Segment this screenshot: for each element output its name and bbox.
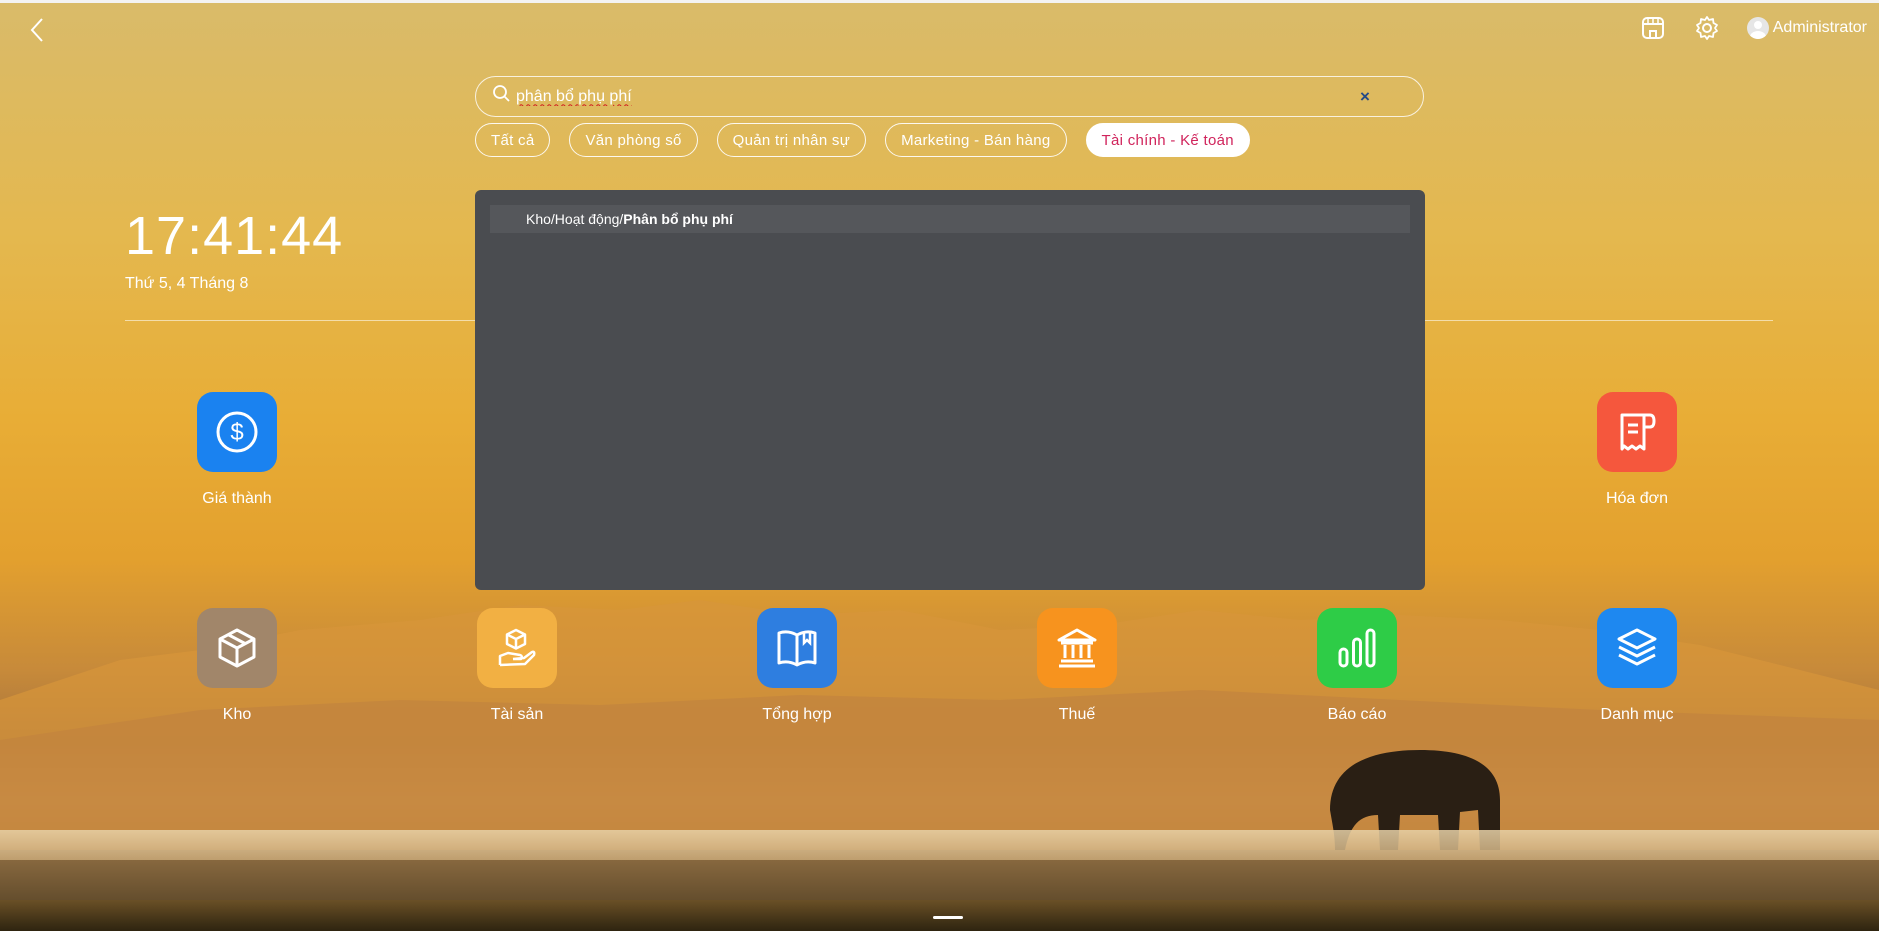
user-name: Administrator (1772, 19, 1867, 36)
top-right-toolbar: Administrator (1639, 14, 1867, 42)
store-button[interactable] (1639, 14, 1667, 42)
app-label: Giá thành (202, 490, 272, 507)
app-label: Kho (222, 706, 252, 723)
app-tile (477, 608, 557, 688)
app-tile (1037, 608, 1117, 688)
search-result-item[interactable]: Kho/Hoạt động/Phân bổ phụ phí (490, 205, 1410, 233)
search-results-panel: Kho/Hoạt động/Phân bổ phụ phí (475, 190, 1425, 590)
bar-chart-icon (1338, 628, 1376, 668)
clear-search-button[interactable]: × (1355, 87, 1375, 107)
app-hoa-don[interactable]: Hóa đơn (1557, 392, 1717, 508)
user-menu[interactable]: Administrator (1746, 17, 1867, 39)
app-gia-thanh[interactable]: $ Giá thành (157, 392, 317, 508)
close-icon: × (1360, 86, 1370, 106)
bank-icon (1057, 628, 1097, 668)
app-label: Tài sản (490, 706, 544, 723)
category-filters: Tất cả Văn phòng số Quản trị nhân sự Mar… (475, 123, 1250, 157)
app-label: Thuế (1058, 706, 1096, 723)
app-tile (1597, 608, 1677, 688)
filter-marketing-sales[interactable]: Marketing - Bán hàng (885, 123, 1067, 157)
search-input[interactable] (516, 87, 1355, 106)
book-icon (777, 630, 817, 667)
box-icon (218, 628, 256, 668)
app-bao-cao[interactable]: Báo cáo (1277, 608, 1437, 724)
app-tile: $ (197, 392, 277, 472)
svg-text:$: $ (230, 419, 243, 446)
home-indicator[interactable] (933, 916, 963, 919)
result-title: Phân bổ phụ phí (623, 211, 733, 227)
app-tile (1317, 608, 1397, 688)
gear-icon (1695, 16, 1718, 40)
app-label: Danh mục (1600, 706, 1674, 723)
app-danh-muc[interactable]: Danh mục (1557, 608, 1717, 724)
avatar (1746, 17, 1769, 39)
app-tile (757, 608, 837, 688)
app-label: Hóa đơn (1605, 490, 1669, 507)
dollar-icon: $ (216, 411, 258, 453)
app-tong-hop[interactable]: Tổng hợp (717, 608, 877, 724)
app-label: Tổng hợp (762, 706, 832, 723)
back-button[interactable] (26, 16, 50, 44)
app-thue[interactable]: Thuế (997, 608, 1157, 724)
layers-icon (1617, 628, 1657, 666)
app-tai-san[interactable]: Tài sản (437, 608, 597, 724)
clock-date: Thứ 5, 4 Tháng 8 (125, 275, 249, 292)
invoice-icon (1620, 413, 1656, 451)
filter-all[interactable]: Tất cả (475, 123, 551, 157)
app-kho[interactable]: Kho (157, 608, 317, 724)
filter-hr[interactable]: Quản trị nhân sự (716, 123, 867, 157)
filter-finance-accounting[interactable]: Tài chính - Kế toán (1085, 123, 1250, 157)
clock-time: 17:41:44 (125, 206, 344, 266)
filter-digital-office[interactable]: Văn phòng số (569, 123, 698, 157)
water-background (0, 830, 1879, 860)
app-tile (197, 608, 277, 688)
chevron-left-icon (30, 18, 43, 42)
store-icon (1641, 17, 1664, 39)
search-icon (493, 84, 510, 102)
app-tile (1597, 392, 1677, 472)
result-path: Kho/Hoạt động/ (526, 211, 624, 227)
top-border (0, 0, 1879, 3)
hand-box-icon (498, 628, 536, 667)
search-bar: × (475, 76, 1424, 117)
app-label: Báo cáo (1327, 706, 1387, 723)
settings-button[interactable] (1693, 14, 1721, 42)
